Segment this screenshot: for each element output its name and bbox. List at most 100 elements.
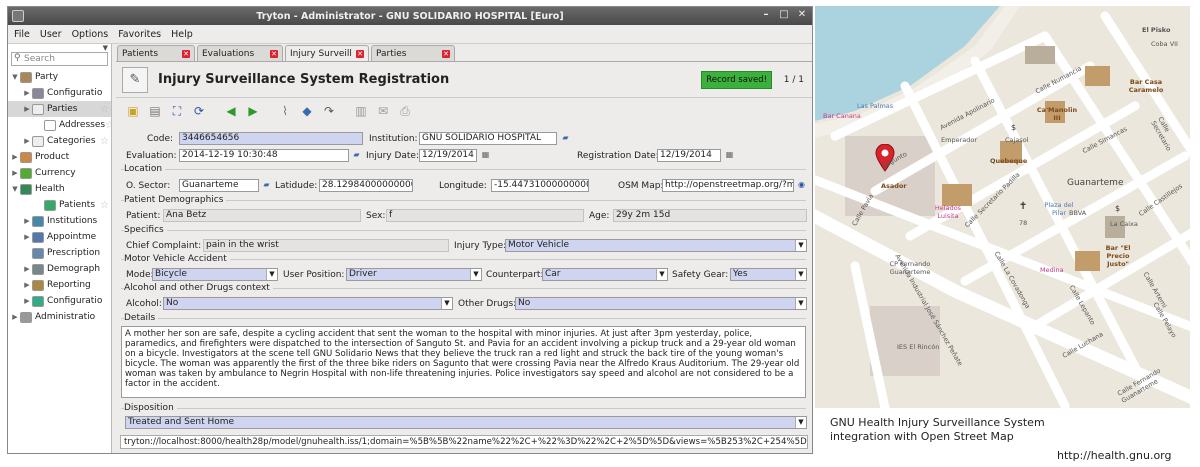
maximize-icon[interactable]: □ — [778, 9, 790, 20]
tree-item[interactable]: ▶ Configuratio — [8, 293, 111, 309]
close-tab-icon[interactable]: ✕ — [356, 49, 364, 58]
folder-icon[interactable]: ▰ — [560, 133, 571, 143]
menu-options[interactable]: Options — [72, 29, 109, 40]
favorite-star-icon[interactable]: ☆ — [100, 136, 111, 147]
tab-1[interactable]: Evaluations ✕ — [197, 45, 283, 61]
sidebar-collapse-icon[interactable]: ▼ — [103, 44, 108, 52]
chevron-down-icon[interactable]: ▼ — [795, 298, 806, 309]
folder-icon[interactable]: ▰ — [351, 150, 362, 160]
expander-icon[interactable]: ▶ — [22, 217, 32, 225]
tab-2[interactable]: Injury Surveill... ✕ — [285, 45, 369, 61]
relate-icon[interactable]: ↷ — [320, 102, 338, 120]
tab-0[interactable]: Patients ✕ — [117, 45, 195, 61]
tree-item[interactable]: ▶ Appointme — [8, 229, 111, 245]
tree-item-label: Demograph — [47, 264, 101, 274]
tree-item[interactable]: ▶ Administratio — [8, 309, 111, 325]
tree-item[interactable]: ▶ Institutions — [8, 213, 111, 229]
close-tab-icon[interactable]: ✕ — [442, 49, 450, 58]
close-tab-icon[interactable]: ✕ — [182, 49, 190, 58]
injury-date-field[interactable]: 12/19/2014 — [419, 149, 477, 162]
osector-field[interactable]: Guanarteme — [179, 179, 259, 192]
safety-gear-select[interactable]: Yes ▼ — [730, 268, 807, 281]
url-field[interactable]: tryton://localhost:8000/health28p/model/… — [120, 435, 808, 449]
tree-item[interactable]: ▼ Party — [8, 69, 111, 85]
favorite-star-icon[interactable]: ☆ — [100, 104, 111, 115]
switch-view-icon[interactable]: ⛶ — [168, 102, 186, 120]
tree-item[interactable]: Addresses ☆ — [8, 117, 111, 133]
evaluation-field[interactable]: 2014-12-19 10:30:48 — [179, 149, 349, 162]
attachment-icon[interactable]: ⌇ — [276, 102, 294, 120]
tab-3[interactable]: Parties ✕ — [371, 45, 455, 61]
chevron-down-icon[interactable]: ▼ — [795, 269, 806, 280]
tree-item[interactable]: ▶ Demograph — [8, 261, 111, 277]
expander-icon[interactable]: ▼ — [10, 73, 20, 81]
registration-date-field[interactable]: 12/19/2014 — [657, 149, 721, 162]
chevron-down-icon[interactable]: ▼ — [795, 417, 806, 428]
tree-item[interactable]: Prescription — [8, 245, 111, 261]
tree-item[interactable]: ▶ Parties ☆ — [8, 101, 111, 117]
tree-item[interactable]: ▶ Product — [8, 149, 111, 165]
specifics-title: Specifics — [124, 225, 167, 235]
counterpart-select[interactable]: Car ▼ — [542, 268, 668, 281]
osm-field[interactable]: http://openstreetmap.org/?ml — [662, 179, 794, 192]
close-icon[interactable]: ✕ — [796, 9, 808, 20]
mode-select[interactable]: Bicycle ▼ — [152, 268, 278, 281]
institution-field[interactable]: GNU SOLIDARIO HOSPITAL — [419, 132, 557, 145]
user-position-select[interactable]: Driver ▼ — [346, 268, 482, 281]
safety-gear-label: Safety Gear: — [672, 270, 729, 280]
tree-item[interactable]: ▼ Health — [8, 181, 111, 197]
expander-icon[interactable]: ▶ — [22, 297, 32, 305]
code-field[interactable]: 3446654656 — [179, 132, 363, 145]
print-icon[interactable]: ⎙ — [396, 102, 414, 120]
menu-help[interactable]: Help — [171, 29, 193, 40]
chevron-down-icon[interactable]: ▼ — [470, 269, 481, 280]
calendar-icon[interactable]: ▦ — [480, 150, 491, 160]
minimize-icon[interactable]: – — [760, 9, 772, 20]
expander-icon[interactable]: ▶ — [22, 137, 32, 145]
expander-icon[interactable]: ▶ — [22, 265, 32, 273]
save-icon[interactable]: ▤ — [146, 102, 164, 120]
chevron-down-icon[interactable]: ▼ — [656, 269, 667, 280]
expander-icon[interactable]: ▶ — [22, 105, 32, 113]
tree-item[interactable]: ▶ Currency — [8, 165, 111, 181]
longitude-field[interactable]: -15.44731000000000 — [491, 179, 589, 192]
tree-item[interactable]: ▶ Reporting — [8, 277, 111, 293]
osm-map[interactable]: El Pisko Bar Casa Caramelo Ca'Manolin II… — [815, 6, 1190, 408]
expander-icon[interactable]: ▶ — [10, 153, 20, 161]
close-tab-icon[interactable]: ✕ — [270, 49, 278, 58]
new-record-icon[interactable]: ▣ — [124, 102, 142, 120]
tree-item[interactable]: ▶ Configuratio — [8, 85, 111, 101]
expander-icon[interactable]: ▶ — [22, 233, 32, 241]
globe-icon[interactable]: ◉ — [796, 180, 807, 190]
details-textarea[interactable]: A mother her son are safe, despite a cyc… — [121, 326, 806, 398]
expander-icon[interactable]: ▶ — [22, 89, 32, 97]
latitude-field[interactable]: 28.12984000000000 — [319, 179, 413, 192]
action-icon[interactable]: ◆ — [298, 102, 316, 120]
calendar-icon[interactable]: ▦ — [724, 150, 735, 160]
chevron-down-icon[interactable]: ▼ — [441, 298, 452, 309]
previous-icon[interactable]: ◀ — [222, 102, 240, 120]
tree-item[interactable]: ▶ Categories ☆ — [8, 133, 111, 149]
alcohol-select[interactable]: No ▼ — [163, 297, 453, 310]
injury-type-select[interactable]: Motor Vehicle ▼ — [505, 239, 807, 252]
next-icon[interactable]: ▶ — [244, 102, 262, 120]
menu-user[interactable]: User — [40, 29, 62, 40]
chevron-down-icon[interactable]: ▼ — [266, 269, 277, 280]
favorite-star-icon[interactable]: ☆ — [105, 120, 111, 131]
expander-icon[interactable]: ▼ — [10, 185, 20, 193]
menu-favorites[interactable]: Favorites — [118, 29, 161, 40]
tree-item[interactable]: Patients ☆ — [8, 197, 111, 213]
reload-icon[interactable]: ⟳ — [190, 102, 208, 120]
email-icon[interactable]: ✉ — [374, 102, 392, 120]
expander-icon[interactable]: ▶ — [10, 313, 20, 321]
folder-icon[interactable]: ▰ — [261, 180, 272, 190]
search-input[interactable]: Search — [11, 52, 108, 66]
favorite-star-icon[interactable]: ☆ — [100, 200, 111, 211]
chevron-down-icon[interactable]: ▼ — [795, 240, 806, 251]
other-drugs-select[interactable]: No ▼ — [515, 297, 807, 310]
expander-icon[interactable]: ▶ — [10, 169, 20, 177]
menu-file[interactable]: File — [14, 29, 30, 40]
disposition-select[interactable]: Treated and Sent Home ▼ — [125, 416, 807, 429]
expander-icon[interactable]: ▶ — [22, 281, 32, 289]
report-icon[interactable]: ▥ — [352, 102, 370, 120]
